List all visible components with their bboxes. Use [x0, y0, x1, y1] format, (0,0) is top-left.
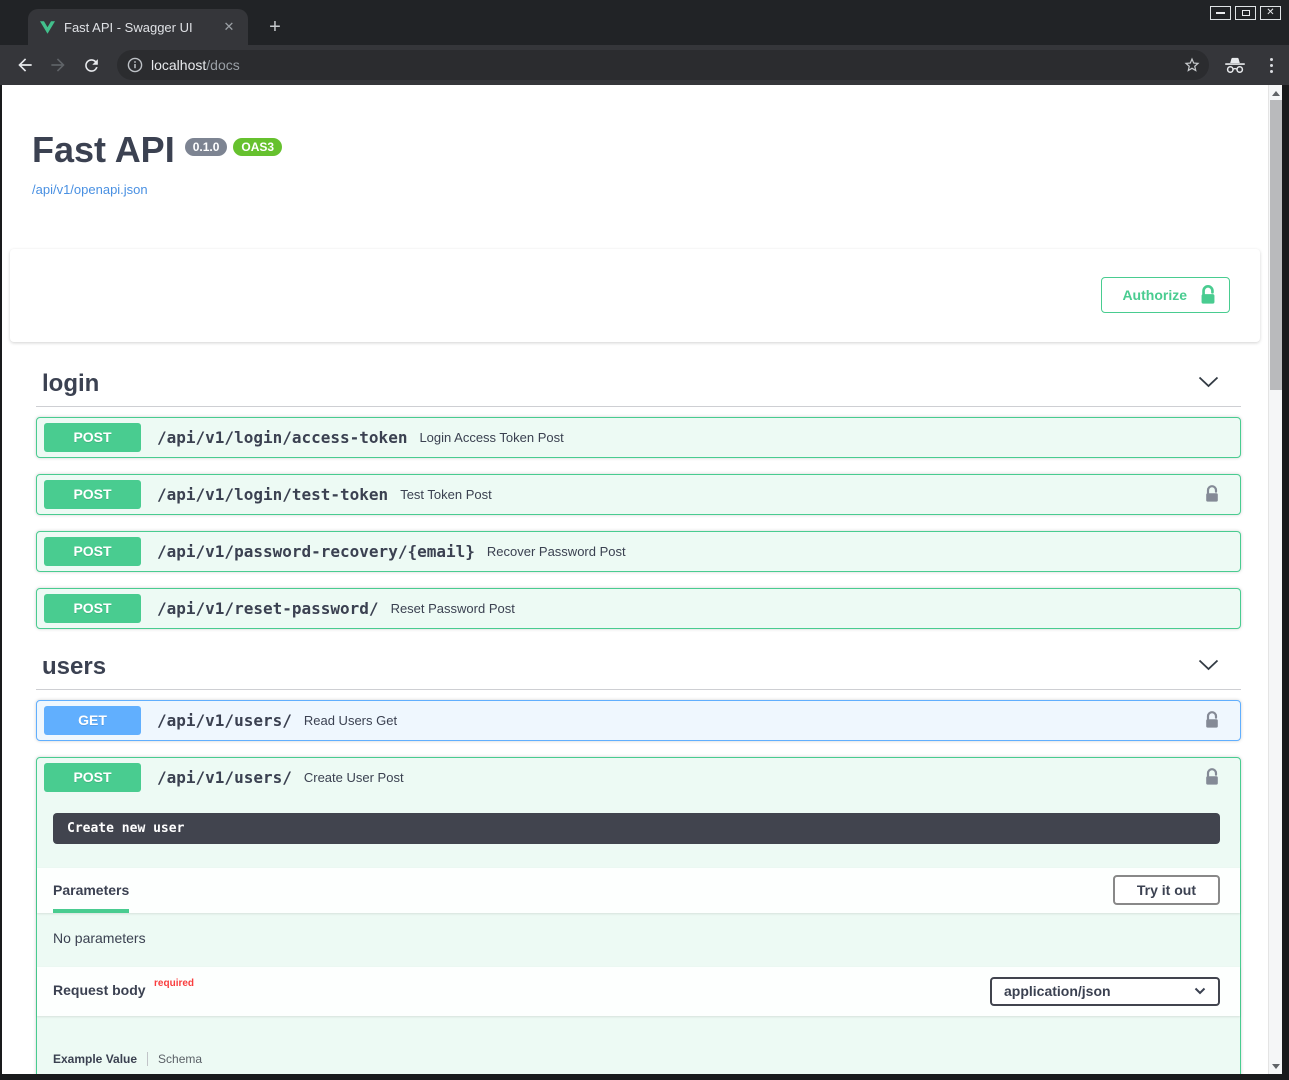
method-badge: POST — [44, 480, 141, 509]
no-parameters-text: No parameters — [37, 913, 1240, 967]
operation-summary-row[interactable]: POST /api/v1/password-recovery/{email} R… — [37, 532, 1240, 571]
section-header-users[interactable]: users — [36, 645, 1241, 690]
operation-summary-row[interactable]: POST /api/v1/reset-password/ Reset Passw… — [37, 589, 1240, 628]
operation-description: Login Access Token Post — [419, 430, 563, 445]
operation-summary-row[interactable]: POST /api/v1/login/test-token Test Token… — [37, 475, 1240, 514]
operation-summary-row[interactable]: POST /api/v1/users/ Create User Post — [37, 758, 1240, 797]
chevron-down-icon[interactable] — [1198, 375, 1219, 393]
site-info-icon[interactable] — [127, 57, 143, 73]
method-badge: GET — [44, 706, 141, 735]
authorize-label: Authorize — [1122, 287, 1187, 303]
browser-tab[interactable]: Fast API - Swagger UI ✕ — [28, 9, 248, 45]
openapi-spec-link[interactable]: /api/v1/openapi.json — [32, 182, 148, 197]
page-content: Fast API 0.1.0 OAS3 /api/v1/openapi.json… — [2, 85, 1268, 1074]
media-type-select[interactable]: application/json — [990, 977, 1220, 1006]
minimize-icon — [1216, 12, 1225, 14]
operation-description-bar: Create new user — [53, 813, 1220, 844]
version-badge: 0.1.0 — [185, 138, 228, 156]
operation-path: /api/v1/reset-password/ — [157, 599, 379, 618]
operation-row[interactable]: POST /api/v1/password-recovery/{email} R… — [36, 531, 1241, 572]
address-bar[interactable]: localhost/docs — [117, 50, 1209, 80]
unlock-icon — [1199, 285, 1217, 305]
section-title: users — [36, 653, 106, 681]
bookmark-star-icon[interactable] — [1183, 56, 1201, 74]
operation-description: Recover Password Post — [487, 544, 626, 559]
select-chevron-icon — [1194, 987, 1206, 995]
media-type-value: application/json — [1004, 983, 1111, 999]
tab-title: Fast API - Swagger UI — [64, 20, 220, 35]
parameters-tab[interactable]: Parameters — [53, 868, 129, 913]
minimize-button[interactable] — [1210, 6, 1231, 20]
auth-lock-icon[interactable] — [1204, 768, 1220, 786]
browser-menu-button[interactable] — [1259, 53, 1283, 77]
scheme-container: Authorize — [10, 249, 1260, 342]
example-value-tab[interactable]: Example Value — [53, 1052, 137, 1066]
url-text[interactable]: localhost/docs — [151, 57, 1183, 73]
method-badge: POST — [44, 594, 141, 623]
incognito-icon — [1223, 53, 1247, 77]
operation-path: /api/v1/users/ — [157, 711, 292, 730]
forward-button[interactable] — [46, 53, 70, 77]
operation-description: Test Token Post — [400, 487, 492, 502]
page-title: Fast API — [32, 130, 175, 170]
try-it-out-button[interactable]: Try it out — [1113, 875, 1220, 905]
request-body-label: Request body — [53, 982, 146, 998]
reload-button[interactable] — [79, 53, 103, 77]
schema-tab[interactable]: Schema — [158, 1052, 202, 1066]
operation-summary-row[interactable]: POST /api/v1/login/access-token Login Ac… — [37, 418, 1240, 457]
operation-path: /api/v1/login/test-token — [157, 485, 388, 504]
operation-row[interactable]: POST /api/v1/reset-password/ Reset Passw… — [36, 588, 1241, 629]
favicon-icon — [40, 21, 55, 34]
back-button[interactable] — [13, 53, 37, 77]
scroll-down-arrow[interactable] — [1269, 1059, 1282, 1073]
chevron-down-icon[interactable] — [1198, 658, 1219, 676]
new-tab-button[interactable]: + — [262, 14, 288, 40]
close-window-button[interactable]: ✕ — [1260, 6, 1281, 20]
browser-titlebar: Fast API - Swagger UI ✕ + ✕ — [0, 0, 1289, 45]
browser-toolbar: localhost/docs — [0, 45, 1289, 85]
api-info: Fast API 0.1.0 OAS3 /api/v1/openapi.json — [2, 85, 1268, 199]
tab-divider — [147, 1052, 148, 1066]
page-scrollbar[interactable] — [1268, 85, 1282, 1074]
request-body-header: Request body required application/json — [37, 967, 1240, 1016]
oas3-badge: OAS3 — [233, 138, 282, 156]
url-path: /docs — [206, 57, 239, 73]
parameters-header: Parameters Try it out — [37, 868, 1240, 913]
method-badge: POST — [44, 537, 141, 566]
window-controls: ✕ — [1210, 6, 1281, 20]
section-title: login — [36, 370, 99, 398]
operation-path: /api/v1/login/access-token — [157, 428, 407, 447]
method-badge: POST — [44, 763, 141, 792]
maximize-icon — [1242, 10, 1250, 16]
operations-wrapper: login POST /api/v1/login/access-token Lo… — [2, 342, 1268, 1074]
scrollbar-thumb[interactable] — [1270, 100, 1282, 390]
operation-description: Read Users Get — [304, 713, 397, 728]
swagger-page: Fast API 0.1.0 OAS3 /api/v1/openapi.json… — [2, 85, 1282, 1074]
operation-row-expanded: POST /api/v1/users/ Create User Post Cre… — [36, 757, 1241, 1074]
authorize-button[interactable]: Authorize — [1101, 277, 1230, 313]
section-header-login[interactable]: login — [36, 362, 1241, 407]
operation-description: Reset Password Post — [391, 601, 515, 616]
required-label: required — [154, 978, 194, 989]
operation-path: /api/v1/password-recovery/{email} — [157, 542, 475, 561]
maximize-button[interactable] — [1235, 6, 1256, 20]
operation-summary-row[interactable]: GET /api/v1/users/ Read Users Get — [37, 701, 1240, 740]
operation-row[interactable]: POST /api/v1/login/access-token Login Ac… — [36, 417, 1241, 458]
auth-lock-icon[interactable] — [1204, 711, 1220, 729]
operation-path: /api/v1/users/ — [157, 768, 292, 787]
close-tab-icon[interactable]: ✕ — [220, 18, 238, 36]
operation-description: Create User Post — [304, 770, 404, 785]
model-example-tabs: Example Value Schema — [37, 1016, 1240, 1066]
operation-row[interactable]: GET /api/v1/users/ Read Users Get — [36, 700, 1241, 741]
auth-lock-icon[interactable] — [1204, 485, 1220, 503]
operation-row[interactable]: POST /api/v1/login/test-token Test Token… — [36, 474, 1241, 515]
version-stamps: 0.1.0 OAS3 — [185, 138, 282, 156]
scroll-up-arrow[interactable] — [1269, 86, 1282, 100]
request-body-label-wrap: Request body required — [53, 982, 194, 1000]
url-host: localhost — [151, 57, 206, 73]
method-badge: POST — [44, 423, 141, 452]
